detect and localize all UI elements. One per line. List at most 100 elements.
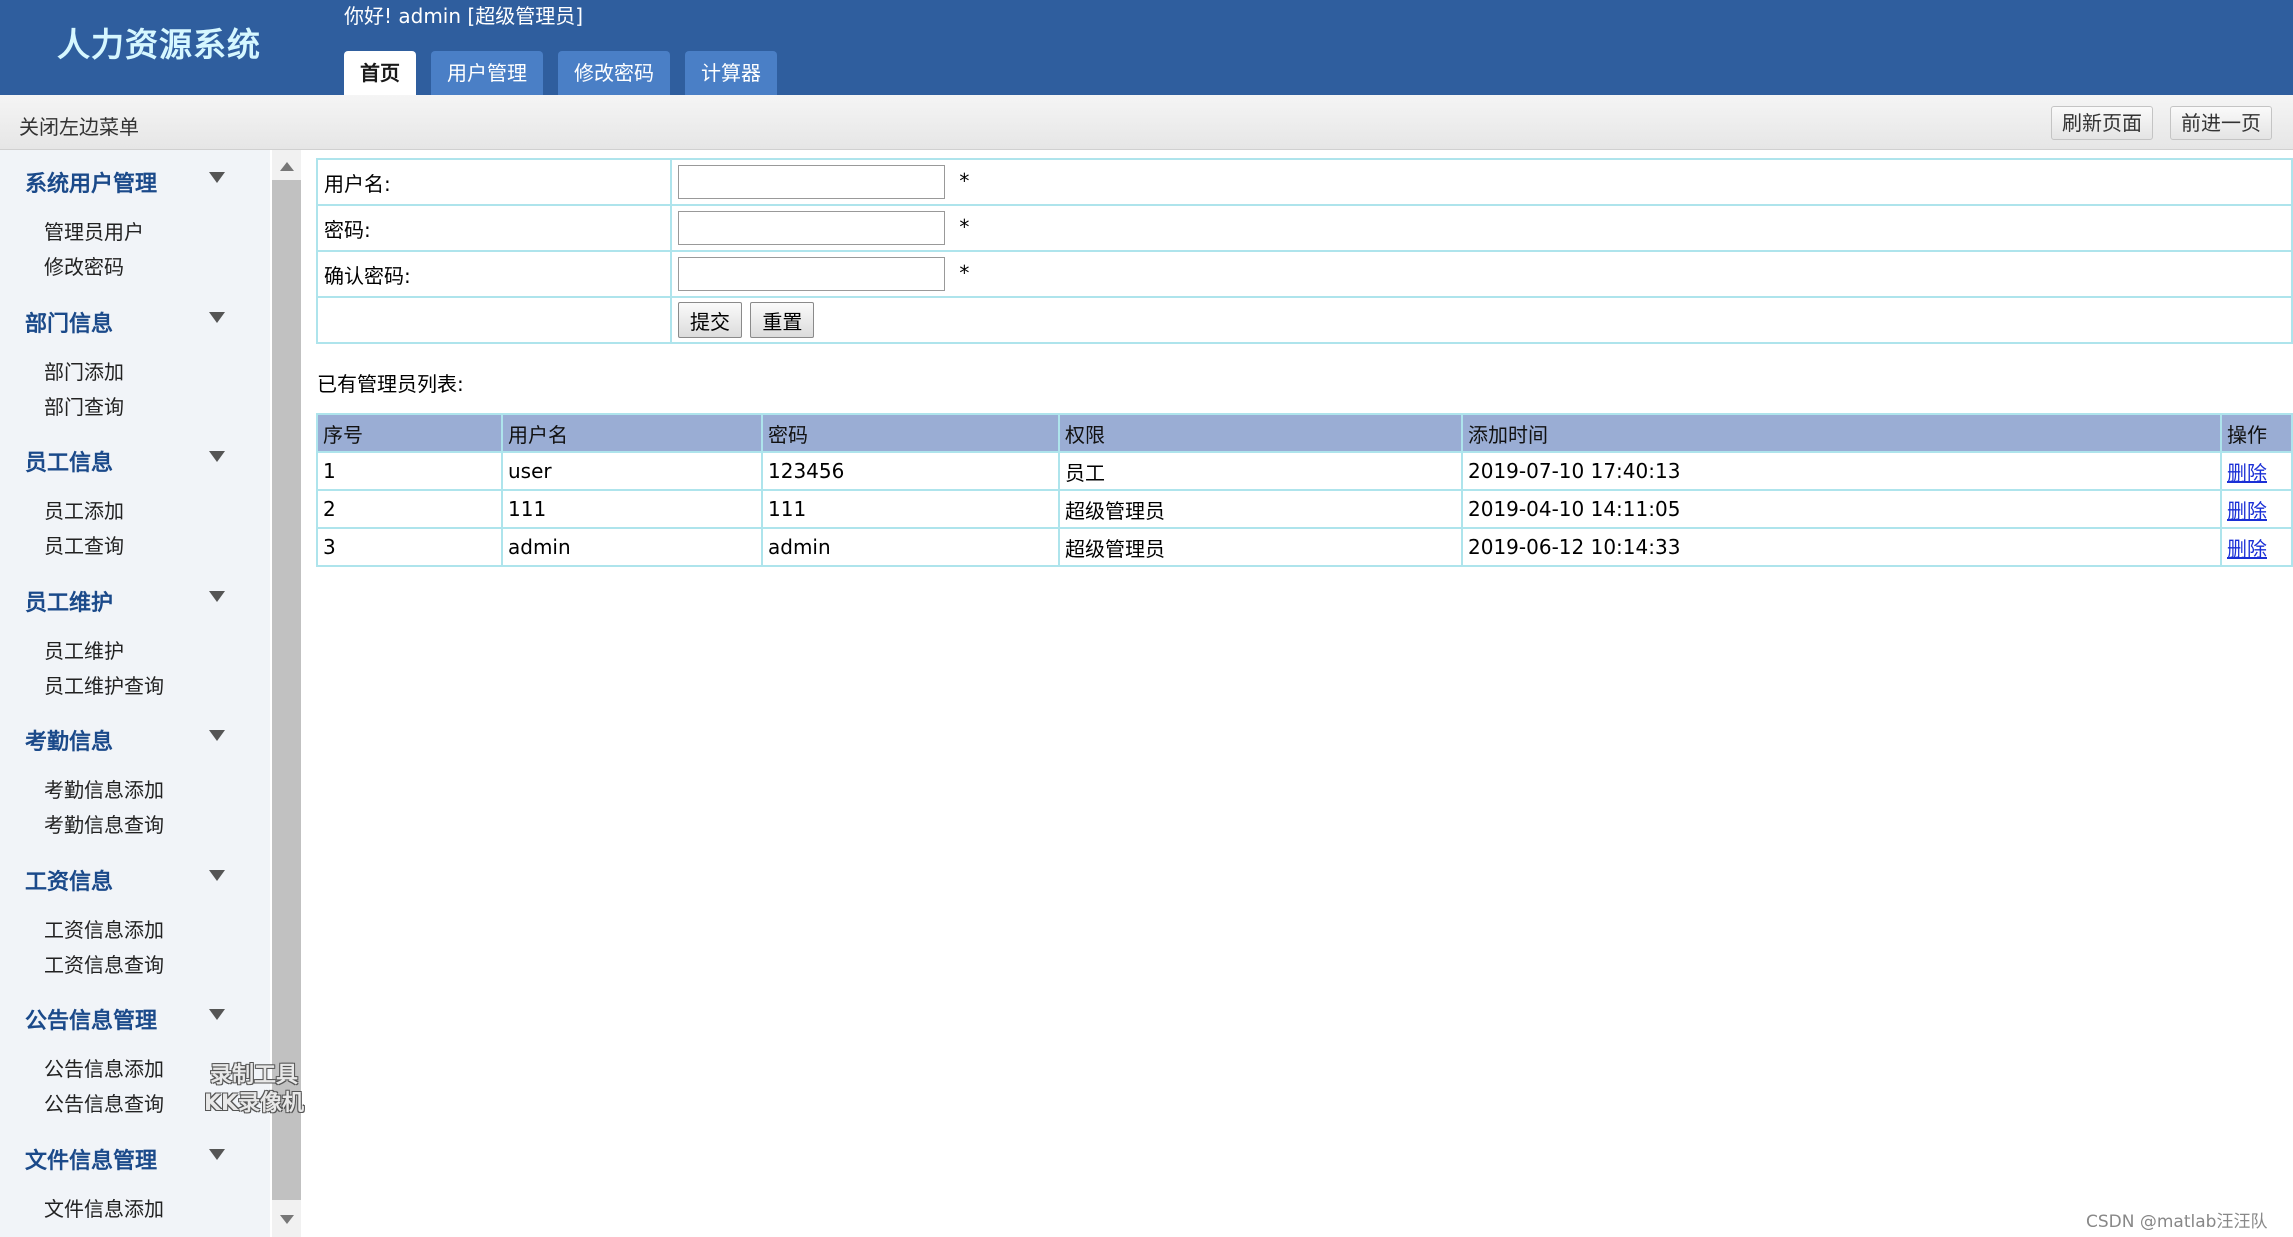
tab-home[interactable]: 首页 <box>344 51 416 95</box>
recorder-watermark-line1: 录制工具 <box>209 1063 298 1088</box>
confirm-password-input[interactable] <box>678 257 945 291</box>
sidebar-item-employee-query[interactable]: 员工查询 <box>44 530 124 559</box>
cell-username: admin <box>501 527 763 567</box>
menu-heading-announcement[interactable]: 公告信息管理 <box>25 1003 157 1035</box>
forward-page-button[interactable]: 前进一页 <box>2170 106 2272 140</box>
menu-heading-salary[interactable]: 工资信息 <box>25 864 113 896</box>
menu-group-department: 部门信息 部门添加 部门查询 <box>0 290 270 430</box>
tab-calculator[interactable]: 计算器 <box>685 51 777 95</box>
cell-username: user <box>501 451 763 491</box>
column-header-added-time: 添加时间 <box>1461 413 2222 453</box>
cell-action: 删除 <box>2220 527 2293 567</box>
column-header-index: 序号 <box>316 413 503 453</box>
required-mark: * <box>959 214 970 239</box>
tab-change-password[interactable]: 修改密码 <box>558 51 670 95</box>
cell-index: 3 <box>316 527 503 567</box>
sub-toolbar: 关闭左边菜单 刷新页面 前进一页 <box>0 95 2293 150</box>
add-admin-form: 用户名: * 密码: * 确认密码: * 提交 重置 <box>316 158 2293 344</box>
table-row: 2 111 111 超级管理员 2019-04-10 14:11:05 删除 <box>316 489 2293 529</box>
collapse-arrow-icon[interactable] <box>209 172 225 183</box>
cell-password: admin <box>761 527 1060 567</box>
delete-link[interactable]: 删除 <box>2227 461 2267 485</box>
collapse-arrow-icon[interactable] <box>209 869 225 881</box>
menu-group-employee: 员工信息 员工添加 员工查询 <box>0 429 270 569</box>
cell-added-time: 2019-06-12 10:14:33 <box>1461 527 2222 567</box>
table-header-row: 序号 用户名 密码 权限 添加时间 操作 <box>316 413 2293 453</box>
sidebar-item-announcement-query[interactable]: 公告信息查询 <box>44 1088 164 1117</box>
required-mark: * <box>959 168 970 193</box>
collapse-arrow-icon[interactable] <box>209 311 225 323</box>
cell-action: 删除 <box>2220 489 2293 529</box>
empty-label-cell <box>316 296 672 344</box>
admin-list-table: 序号 用户名 密码 权限 添加时间 操作 1 user 123456 员工 20… <box>316 413 2293 567</box>
scroll-up-arrow-icon[interactable] <box>280 162 294 171</box>
sidebar-item-department-add[interactable]: 部门添加 <box>44 356 124 385</box>
menu-heading-employee-maintenance[interactable]: 员工维护 <box>25 585 113 617</box>
form-buttons-cell: 提交 重置 <box>670 296 2293 344</box>
toggle-left-menu-link[interactable]: 关闭左边菜单 <box>19 111 139 140</box>
sidebar-item-salary-add[interactable]: 工资信息添加 <box>44 914 164 943</box>
username-input[interactable] <box>678 165 945 199</box>
user-greeting: 你好! admin [超级管理员] <box>344 4 584 28</box>
cell-index: 1 <box>316 451 503 491</box>
sidebar-item-department-query[interactable]: 部门查询 <box>44 391 124 420</box>
submit-button[interactable]: 提交 <box>678 302 742 338</box>
menu-group-attendance: 考勤信息 考勤信息添加 考勤信息查询 <box>0 708 270 848</box>
delete-link[interactable]: 删除 <box>2227 499 2267 523</box>
menu-heading-system-users[interactable]: 系统用户管理 <box>25 166 157 198</box>
table-row: 3 admin admin 超级管理员 2019-06-12 10:14:33 … <box>316 527 2293 567</box>
collapse-arrow-icon[interactable] <box>209 451 225 462</box>
password-input[interactable] <box>678 211 945 245</box>
cell-password: 123456 <box>761 451 1060 491</box>
collapse-arrow-icon[interactable] <box>209 590 225 602</box>
required-mark: * <box>959 260 970 285</box>
column-header-permission: 权限 <box>1058 413 1463 453</box>
reset-button[interactable]: 重置 <box>750 302 815 338</box>
top-header: 人力资源系统 你好! admin [超级管理员] 首页 用户管理 修改密码 计算… <box>0 0 2293 95</box>
sidebar-item-employee-add[interactable]: 员工添加 <box>44 495 124 524</box>
confirm-password-label: 确认密码: <box>316 250 672 298</box>
menu-group-system-users: 系统用户管理 管理员用户 修改密码 <box>0 150 270 290</box>
delete-link[interactable]: 删除 <box>2227 537 2267 561</box>
scroll-down-arrow-icon[interactable] <box>280 1215 294 1224</box>
confirm-password-cell: * <box>670 250 2293 298</box>
username-label: 用户名: <box>316 158 672 206</box>
sidebar-item-attendance-add[interactable]: 考勤信息添加 <box>44 774 164 803</box>
cell-index: 2 <box>316 489 503 529</box>
menu-heading-attendance[interactable]: 考勤信息 <box>25 724 113 756</box>
sidebar-item-announcement-add[interactable]: 公告信息添加 <box>44 1053 164 1082</box>
username-cell: * <box>670 158 2293 206</box>
sidebar-item-attendance-query[interactable]: 考勤信息查询 <box>44 809 164 838</box>
tab-user-management[interactable]: 用户管理 <box>431 51 543 95</box>
menu-group-employee-maintenance: 员工维护 员工维护 员工维护查询 <box>0 569 270 709</box>
collapse-arrow-icon[interactable] <box>209 1148 225 1160</box>
password-cell: * <box>670 204 2293 252</box>
table-row: 1 user 123456 员工 2019-07-10 17:40:13 删除 <box>316 451 2293 491</box>
menu-group-salary: 工资信息 工资信息添加 工资信息查询 <box>0 848 270 988</box>
recorder-watermark: 录制工具 KK录像机 <box>189 1062 319 1118</box>
menu-heading-file[interactable]: 文件信息管理 <box>25 1143 157 1175</box>
sidebar-item-admin-users[interactable]: 管理员用户 <box>44 216 144 245</box>
sidebar-item-salary-query[interactable]: 工资信息查询 <box>44 949 164 978</box>
cell-permission: 超级管理员 <box>1058 527 1463 567</box>
column-header-action: 操作 <box>2220 413 2293 453</box>
refresh-page-button[interactable]: 刷新页面 <box>2051 106 2153 140</box>
cell-added-time: 2019-07-10 17:40:13 <box>1461 451 2222 491</box>
cell-username: 111 <box>501 489 763 529</box>
menu-heading-department[interactable]: 部门信息 <box>25 306 113 338</box>
sidebar-item-file-add[interactable]: 文件信息添加 <box>44 1193 164 1222</box>
cell-added-time: 2019-04-10 14:11:05 <box>1461 489 2222 529</box>
collapse-arrow-icon[interactable] <box>209 1009 225 1020</box>
collapse-arrow-icon[interactable] <box>209 730 225 741</box>
app-title: 人力资源系统 <box>57 25 261 64</box>
cell-permission: 员工 <box>1058 451 1463 491</box>
sidebar-item-employee-maintenance[interactable]: 员工维护 <box>44 635 124 664</box>
cell-permission: 超级管理员 <box>1058 489 1463 529</box>
scrollbar-thumb[interactable] <box>272 180 301 1200</box>
sidebar-item-change-password[interactable]: 修改密码 <box>44 251 124 280</box>
main-content: 用户名: * 密码: * 确认密码: * 提交 重置 已有管理员列表: 序号 用… <box>301 150 2293 1237</box>
admin-list-title: 已有管理员列表: <box>317 372 464 396</box>
sidebar-item-employee-maintenance-query[interactable]: 员工维护查询 <box>44 670 164 699</box>
csdn-watermark: CSDN @matlab汪汪队 <box>2086 1212 2268 1232</box>
menu-heading-employee[interactable]: 员工信息 <box>25 445 113 477</box>
